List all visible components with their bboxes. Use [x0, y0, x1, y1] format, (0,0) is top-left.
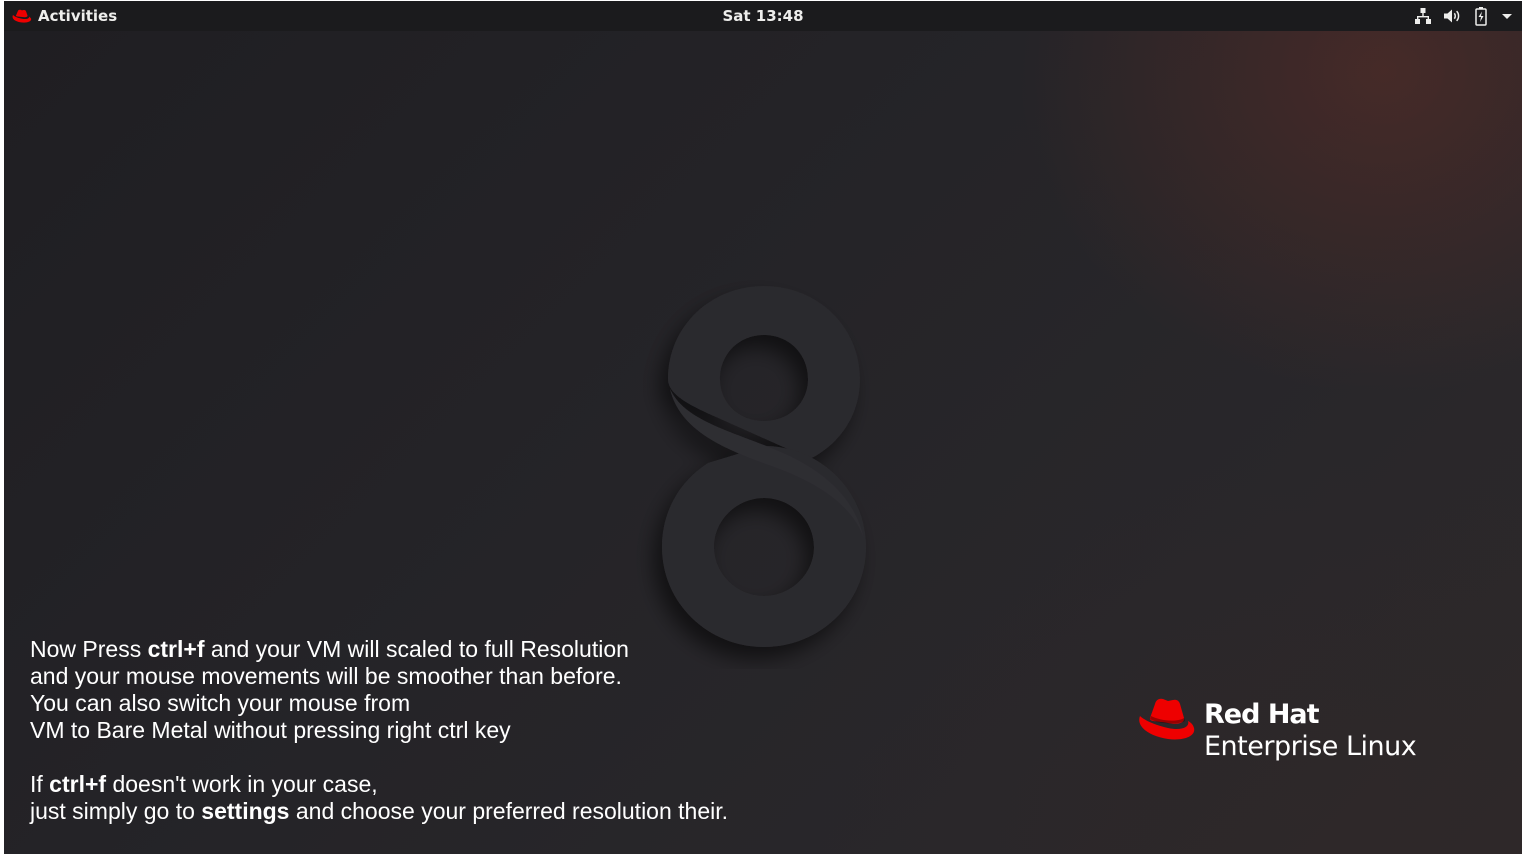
top-bar: Activities Sat 13:48	[4, 1, 1522, 31]
activities-button[interactable]: Activities	[12, 1, 117, 31]
instruction-line: You can also switch your mouse from	[30, 690, 411, 716]
red-hat-enterprise-linux-logo: Red Hat Enterprise Linux	[1138, 696, 1417, 763]
clock: Sat 13:48	[4, 1, 1522, 31]
clock-button[interactable]: Sat 13:48	[722, 7, 803, 25]
red-hat-fedora-icon	[12, 9, 32, 23]
instruction-line: Now Press ctrl+f and your VM will scaled…	[30, 636, 629, 662]
system-menu-chevron-icon[interactable]	[1500, 7, 1514, 25]
instruction-line: If ctrl+f doesn't work in your case,	[30, 771, 378, 797]
system-tray[interactable]	[1414, 1, 1514, 31]
desktop-screen: Now Press ctrl+f and your VM will scaled…	[4, 1, 1522, 854]
network-wired-icon[interactable]	[1414, 7, 1432, 25]
instruction-line: VM to Bare Metal without pressing right …	[30, 717, 511, 743]
desktop-background[interactable]: Now Press ctrl+f and your VM will scaled…	[4, 31, 1522, 854]
rhel-8-wallpaper-numeral	[662, 286, 866, 647]
activities-label: Activities	[38, 7, 118, 25]
brand-wordmark: Red Hat Enterprise Linux	[1204, 696, 1417, 763]
brand-product: Enterprise Linux	[1204, 731, 1417, 762]
battery-charging-icon[interactable]	[1472, 6, 1490, 26]
instruction-line: just simply go to settings and choose yo…	[30, 798, 729, 824]
instruction-line: and your mouse movements will be smoothe…	[30, 663, 622, 689]
brand-name: Red Hat	[1204, 699, 1320, 730]
volume-icon[interactable]	[1442, 7, 1462, 25]
instruction-overlay-text: Now Press ctrl+f and your VM will scaled…	[30, 636, 728, 825]
red-hat-fedora-icon	[1139, 698, 1195, 740]
